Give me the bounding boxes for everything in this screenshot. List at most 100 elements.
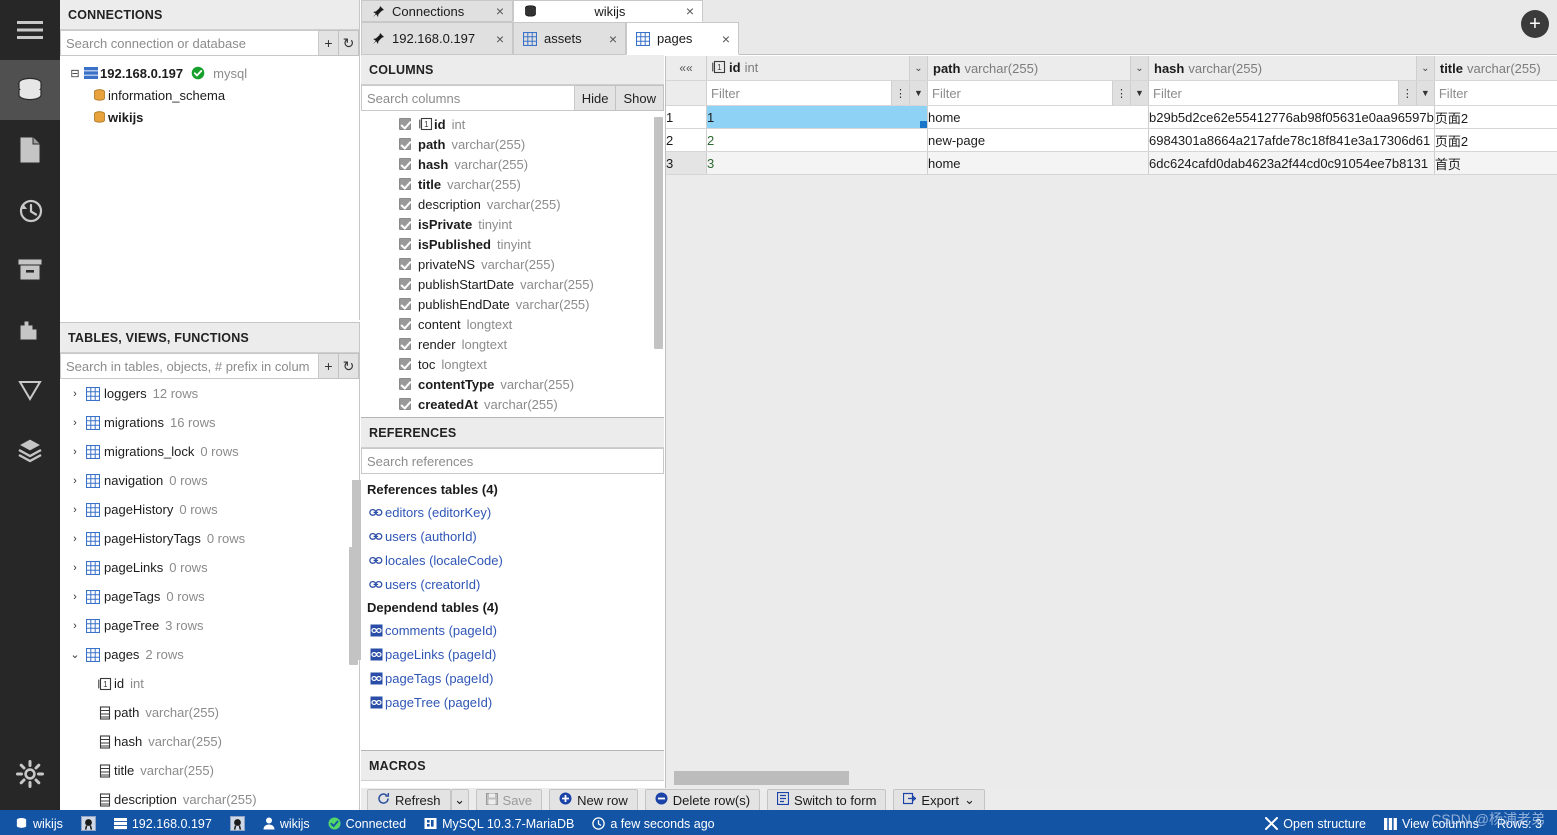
delete-rows-button[interactable]: Delete row(s) xyxy=(644,789,761,811)
expand-toggle-icon[interactable]: ⊟ xyxy=(68,67,82,80)
grid-horizontal-scrollbar-thumb[interactable] xyxy=(674,771,849,785)
column-checkbox-row[interactable]: isPrivate tinyint xyxy=(361,214,664,234)
reference-link[interactable]: users (creatorId) xyxy=(361,572,664,596)
column-visibility-checkbox[interactable] xyxy=(399,238,411,250)
column-visibility-checkbox[interactable] xyxy=(399,338,411,350)
column-visibility-checkbox[interactable] xyxy=(399,198,411,210)
status-item-a-few-seconds-ago[interactable]: a few seconds ago xyxy=(583,812,723,835)
table-column-item[interactable]: description varchar(255) xyxy=(60,785,359,811)
column-visibility-checkbox[interactable] xyxy=(399,138,411,150)
column-checkbox-row[interactable]: hash varchar(255) xyxy=(361,154,664,174)
save-button[interactable]: Save xyxy=(475,789,543,811)
expand-toggle-icon[interactable]: › xyxy=(68,562,82,574)
grid-cell[interactable]: home xyxy=(927,151,1149,175)
expand-toggle-icon[interactable]: › xyxy=(68,591,82,603)
table-column-item[interactable]: hash varchar(255) xyxy=(60,727,359,756)
hide-columns-button[interactable]: Hide xyxy=(574,85,617,111)
tree-item-wikijs[interactable]: wikijs xyxy=(60,106,359,128)
archive-icon[interactable] xyxy=(0,240,60,300)
references-list[interactable]: References tables (4) editors (editorKey)… xyxy=(361,474,664,749)
column-visibility-checkbox[interactable] xyxy=(399,398,411,410)
table-list-item[interactable]: › migrations 16 rows xyxy=(60,408,359,437)
columns-scrollbar[interactable] xyxy=(654,117,663,349)
column-filter-input[interactable] xyxy=(928,81,1112,105)
column-filter-input[interactable] xyxy=(707,81,891,105)
tree-item-server[interactable]: ⊟ 192.168.0.197 mysql xyxy=(60,62,359,84)
close-icon[interactable]: × xyxy=(496,3,504,19)
table-list-item[interactable]: › navigation 0 rows xyxy=(60,466,359,495)
expand-toggle-icon[interactable]: › xyxy=(68,446,82,458)
column-checkbox-row[interactable]: content longtext xyxy=(361,314,664,334)
column-menu-caret-icon[interactable]: ⌄ xyxy=(1415,56,1434,80)
reference-link[interactable]: pageTree (pageId) xyxy=(361,690,664,714)
reference-link[interactable]: users (authorId) xyxy=(361,524,664,548)
grid-cell[interactable]: 2 xyxy=(706,128,928,152)
refresh-connections-button[interactable]: ↻ xyxy=(339,30,359,56)
table-list-item[interactable]: › migrations_lock 0 rows xyxy=(60,437,359,466)
file-icon[interactable] xyxy=(0,120,60,180)
table-list-item[interactable]: › pageLinks 0 rows xyxy=(60,553,359,582)
grid-cell[interactable]: 页面2 xyxy=(1434,105,1557,129)
column-checkbox-row[interactable]: description varchar(255) xyxy=(361,194,664,214)
column-visibility-checkbox[interactable] xyxy=(399,258,411,270)
expand-toggle-icon[interactable]: › xyxy=(68,475,82,487)
refresh-tables-button[interactable]: ↻ xyxy=(339,353,359,379)
column-visibility-checkbox[interactable] xyxy=(399,158,411,170)
column-visibility-checkbox[interactable] xyxy=(399,318,411,330)
tab-assets[interactable]: assets × xyxy=(513,22,626,55)
close-icon[interactable]: × xyxy=(722,31,730,47)
status-item-view-columns[interactable]: View columns xyxy=(1375,812,1488,835)
funnel-icon[interactable]: ▼ xyxy=(909,81,927,105)
status-item-connected[interactable]: Connected xyxy=(319,812,415,835)
column-checkbox-row[interactable]: publishStartDate varchar(255) xyxy=(361,274,664,294)
row-number[interactable]: 1 xyxy=(666,105,707,129)
status-item-192-168-0-197[interactable]: 192.168.0.197 xyxy=(105,812,221,835)
status-item-open-structure[interactable]: Open structure xyxy=(1256,812,1375,835)
data-grid[interactable]: «« 1 id int ⌄ path varchar(255) ⌄ hash varchar(25… xyxy=(665,56,1557,768)
show-columns-button[interactable]: Show xyxy=(616,85,664,111)
table-column-item[interactable]: title varchar(255) xyxy=(60,756,359,785)
grid-cell[interactable]: home xyxy=(927,105,1149,129)
column-checkbox-row[interactable]: contentType varchar(255) xyxy=(361,374,664,394)
grid-horizontal-scrollbar-track[interactable] xyxy=(665,768,1557,788)
filter-menu-icon[interactable]: ⋮ xyxy=(1397,81,1416,105)
grid-cell[interactable]: new-page xyxy=(927,128,1149,152)
database-icon[interactable] xyxy=(0,60,60,120)
table-list-item[interactable]: › pageHistory 0 rows xyxy=(60,495,359,524)
funnel-icon[interactable] xyxy=(0,360,60,420)
status-item-rows-3[interactable]: Rows: 3 xyxy=(1488,812,1551,835)
column-checkbox-row[interactable]: 1 id int xyxy=(361,114,664,134)
reference-link[interactable]: pageTags (pageId) xyxy=(361,666,664,690)
gear-icon[interactable] xyxy=(0,744,60,804)
status-item-wikijs[interactable]: wikijs xyxy=(6,812,72,835)
new-row-button[interactable]: New row xyxy=(549,789,638,811)
table-list-item[interactable]: › loggers 12 rows xyxy=(60,379,359,408)
table-list-item[interactable]: › pageHistoryTags 0 rows xyxy=(60,524,359,553)
column-menu-caret-icon[interactable]: ⌄ xyxy=(909,56,927,80)
expand-toggle-icon[interactable]: › xyxy=(68,388,82,400)
column-visibility-checkbox[interactable] xyxy=(399,278,411,290)
column-checkbox-row[interactable]: path varchar(255) xyxy=(361,134,664,154)
table-list-item[interactable]: › pageTags 0 rows xyxy=(60,582,359,611)
table-column-item[interactable]: path varchar(255) xyxy=(60,698,359,727)
close-icon[interactable]: × xyxy=(496,31,504,47)
column-visibility-checkbox[interactable] xyxy=(399,218,411,230)
tab-connections[interactable]: Connections × xyxy=(361,0,513,22)
row-number[interactable]: 2 xyxy=(666,128,707,152)
column-visibility-checkbox[interactable] xyxy=(399,378,411,390)
expand-toggle-icon[interactable]: › xyxy=(68,417,82,429)
history-icon[interactable] xyxy=(0,180,60,240)
filter-menu-icon[interactable]: ⋮ xyxy=(1112,81,1130,105)
expand-toggle-icon[interactable]: › xyxy=(68,620,82,632)
column-checkbox-row[interactable]: render longtext xyxy=(361,334,664,354)
grid-cell[interactable]: 3 xyxy=(706,151,928,175)
status-item-wikijs[interactable]: wikijs xyxy=(254,812,319,835)
funnel-icon[interactable]: ▼ xyxy=(1415,81,1434,105)
switch-to-form-button[interactable]: Switch to form xyxy=(767,789,887,811)
references-search-input[interactable] xyxy=(361,448,664,474)
grid-cell[interactable]: 6984301a8664a217afde78c18f841e3a17306d61 xyxy=(1148,128,1435,152)
column-visibility-checkbox[interactable] xyxy=(399,298,411,310)
row-number[interactable]: 3 xyxy=(666,151,707,175)
reference-link[interactable]: comments (pageId) xyxy=(361,618,664,642)
columns-search-input[interactable] xyxy=(361,85,575,111)
